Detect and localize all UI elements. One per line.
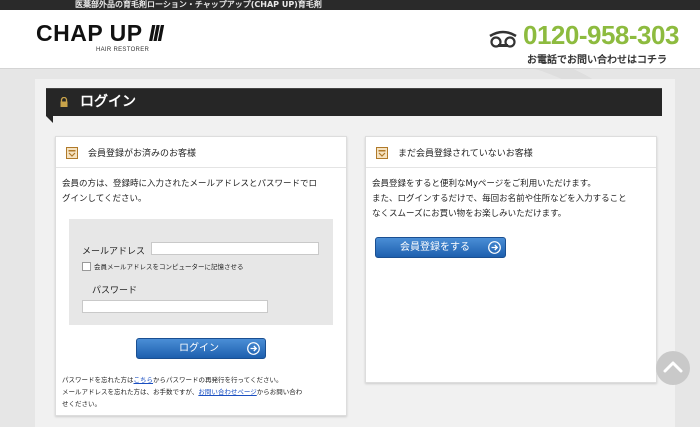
- note-text: からパスワードの再発行を行ってください。: [153, 376, 283, 384]
- email-label: メールアドレス: [82, 247, 146, 257]
- password-label: パスワード: [92, 286, 138, 296]
- register-description-line: また、ログインするだけで、毎回お名前や住所などを入力すること: [372, 194, 627, 204]
- forgot-password-note: パスワードを忘れた方はこちらからパスワードの再発行を行ってください。: [62, 374, 282, 386]
- logo-text: CHAP UP: [36, 20, 143, 46]
- register-button[interactable]: 会員登録をする: [375, 237, 506, 258]
- free-dial-icon: [489, 30, 517, 48]
- login-button-label: ログイン: [179, 343, 219, 354]
- arrow-right-icon: [247, 342, 260, 355]
- phone-number[interactable]: 0120-958-303: [523, 20, 679, 50]
- chevron-up-icon: [663, 361, 683, 373]
- register-panel-heading: まだ会員登録されていないお客様: [398, 149, 533, 159]
- phone-note: お電話でお問い合わせはコチラ: [527, 55, 667, 66]
- title-bar-tick: [46, 116, 53, 123]
- register-button-label: 会員登録をする: [400, 242, 470, 253]
- scroll-to-top-button[interactable]: [656, 351, 690, 385]
- login-panel-header: 会員登録がお済みのお客様: [56, 137, 346, 168]
- note-text: メールアドレスを忘れた方は、お手数ですが、: [62, 388, 199, 396]
- register-description-line: なくスムーズにお買い物をお楽しみいただけます。: [372, 209, 567, 219]
- remember-email-label: 会員メールアドレスをコンピューターに記憶させる: [94, 263, 244, 271]
- register-description: 会員登録をすると便利なMyページをご利用いただけます。 また、ログインするだけで…: [372, 177, 627, 222]
- logo[interactable]: CHAP UP III: [36, 20, 164, 46]
- site-header: CHAP UP III HAIR RESTORER 0120-958-303 お電…: [0, 10, 700, 69]
- note-text: からお問い合わ: [256, 388, 303, 396]
- arrow-right-icon: [488, 241, 501, 254]
- page-title-bar: ログイン: [46, 88, 662, 123]
- password-field[interactable]: [82, 300, 268, 313]
- login-button[interactable]: ログイン: [136, 338, 266, 359]
- register-panel: まだ会員登録されていないお客様 会員登録をすると便利なMyページをご利用いただけ…: [365, 136, 657, 383]
- email-field[interactable]: [151, 242, 319, 255]
- logo-subtitle: HAIR RESTORER: [96, 47, 150, 53]
- login-description: 会員の方は、登録時に入力されたメールアドレスとパスワードでロ グインしてください…: [62, 177, 317, 207]
- forgot-email-note-cont: せください。: [62, 400, 101, 408]
- forgot-email-note: メールアドレスを忘れた方は、お手数ですが、お問い合わせページからお問い合わ: [62, 386, 302, 398]
- login-panel-heading: 会員登録がお済みのお客様: [88, 149, 197, 159]
- top-strip-text: 医薬部外品の育毛剤ローション・チャップアップ(CHAP UP)育毛剤: [75, 0, 322, 9]
- login-description-line: 会員の方は、登録時に入力されたメールアドレスとパスワードでロ: [62, 179, 318, 189]
- document-icon: [66, 147, 78, 159]
- note-text: パスワードを忘れた方は: [62, 376, 134, 384]
- page-title: ログイン: [80, 94, 136, 110]
- login-panel: 会員登録がお済みのお客様 会員の方は、登録時に入力されたメールアドレスとパスワー…: [55, 136, 347, 416]
- logo-bars: III: [148, 20, 164, 46]
- forgot-password-link[interactable]: こちら: [134, 376, 154, 384]
- document-icon: [376, 147, 388, 159]
- register-panel-header: まだ会員登録されていないお客様: [366, 137, 656, 168]
- contact-page-link[interactable]: お問い合わせページ: [198, 388, 256, 396]
- register-description-line: 会員登録をすると便利なMyページをご利用いただけます。: [372, 179, 596, 189]
- lock-icon: [60, 97, 68, 107]
- top-strip: 医薬部外品の育毛剤ローション・チャップアップ(CHAP UP)育毛剤: [0, 0, 700, 10]
- remember-email-checkbox[interactable]: [82, 262, 91, 271]
- login-description-line: グインしてください。: [62, 194, 147, 204]
